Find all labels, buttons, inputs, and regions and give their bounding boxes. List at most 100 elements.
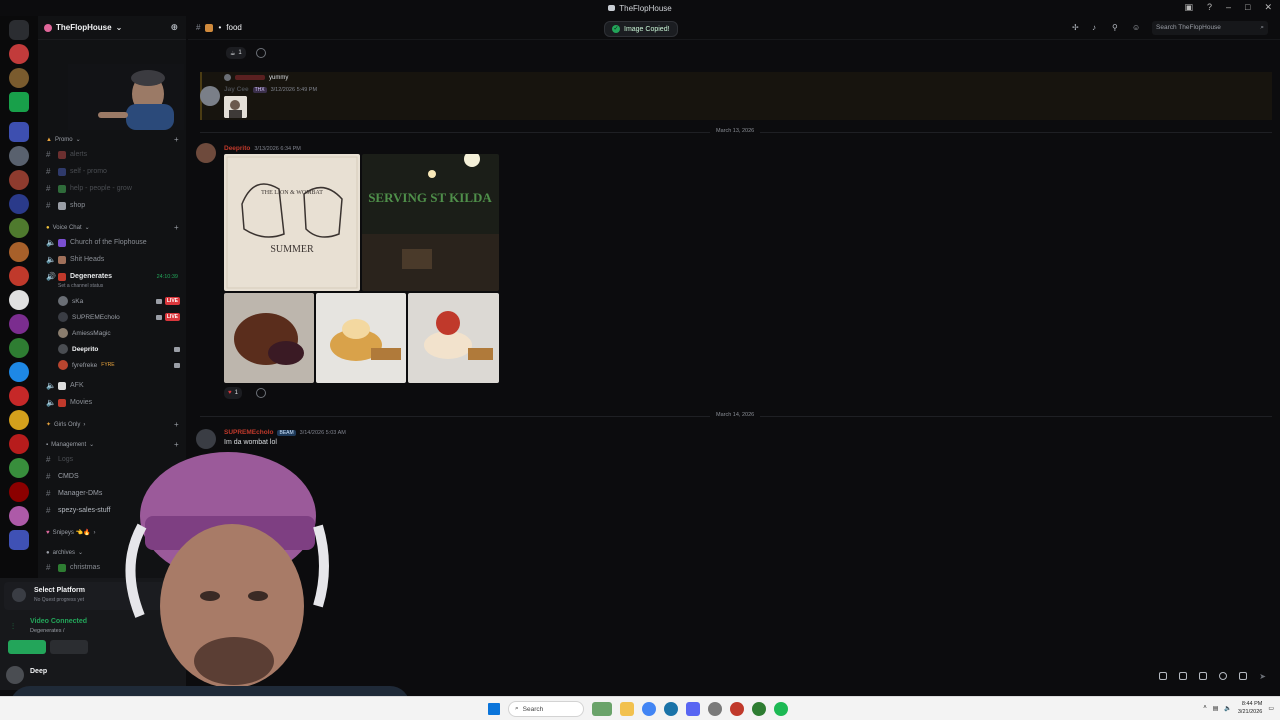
server-icon[interactable] <box>9 290 29 310</box>
reaction-pill[interactable]: ☕ 1 <box>226 47 246 59</box>
server-icon[interactable] <box>9 122 29 142</box>
search-input[interactable]: Search TheFlopHouse ⌕ <box>1152 21 1268 35</box>
add-reaction-icon[interactable] <box>256 388 266 398</box>
add-reaction-icon[interactable] <box>256 48 266 58</box>
windows-start-icon[interactable] <box>488 703 500 715</box>
pin-icon[interactable]: ⚲ <box>1112 24 1120 32</box>
voice-user[interactable]: SUPREMEcholo LIVE <box>58 312 180 322</box>
server-icon[interactable] <box>9 242 29 262</box>
channel-alerts[interactable]: # alerts <box>46 150 178 159</box>
server-icon[interactable] <box>9 362 29 382</box>
server-icon[interactable] <box>9 338 29 358</box>
voice-church-of-the-flophouse[interactable]: 🔈 Church of the Flophouse <box>46 238 178 247</box>
server-icon[interactable] <box>9 194 29 214</box>
discord-icon <box>608 5 616 11</box>
server-icon[interactable] <box>9 314 29 334</box>
add-channel-icon[interactable]: + <box>174 420 179 429</box>
voice-user[interactable]: sKa LIVE <box>58 296 180 306</box>
taskbar-clock[interactable]: 8:44 PM 3/21/2026 <box>1238 700 1262 716</box>
gif-icon[interactable] <box>1179 672 1188 680</box>
add-channel-icon[interactable]: + <box>174 135 179 144</box>
avatar <box>58 296 68 306</box>
message-header: Deeprito 3/13/2026 6:34 PM <box>224 145 301 152</box>
image-thumbnail <box>224 96 247 118</box>
category-promo[interactable]: ▲ Promo ⌄ + <box>46 135 179 144</box>
channel-emoji-icon <box>58 201 66 210</box>
server-icon[interactable] <box>9 146 29 166</box>
category-voice-chat[interactable]: ● Voice Chat ⌄ + <box>46 223 179 232</box>
server-icon[interactable] <box>9 266 29 286</box>
voice-user[interactable]: AmiessMagic <box>58 328 180 338</box>
sticker-icon[interactable] <box>1199 672 1208 680</box>
channel-shop[interactable]: # shop <box>46 201 178 210</box>
taskbar-search[interactable]: ⌕ Search <box>508 701 584 717</box>
close-button[interactable]: ✕ <box>1264 2 1272 13</box>
minimize-button[interactable]: – <box>1226 2 1231 13</box>
avatar[interactable] <box>200 86 220 106</box>
avatar[interactable] <box>196 143 216 163</box>
app-icon[interactable] <box>752 702 766 716</box>
server-icon[interactable] <box>9 92 29 112</box>
attached-image[interactable] <box>224 96 247 118</box>
gift-icon[interactable] <box>1159 672 1168 680</box>
notifications-icon[interactable]: ▭ <box>1268 705 1274 712</box>
send-icon[interactable]: ➤ <box>1259 672 1266 681</box>
attached-image[interactable]: SERVING ST KILDA <box>362 154 499 291</box>
avatar <box>58 360 68 370</box>
file-explorer-icon[interactable] <box>620 702 634 716</box>
server-icon[interactable] <box>9 44 29 64</box>
members-icon[interactable]: ☺ <box>1132 24 1140 32</box>
souffle-image <box>316 293 406 383</box>
search-icon: ⌕ <box>515 705 519 712</box>
reaction-pill[interactable]: ♥ 1 <box>224 387 242 399</box>
add-channel-icon[interactable]: + <box>174 223 179 232</box>
widgets-icon[interactable] <box>592 702 612 716</box>
channel-emoji-icon <box>205 23 214 32</box>
chevron-up-icon[interactable]: ˄ <box>1203 705 1207 711</box>
emoji-icon[interactable] <box>1219 672 1228 680</box>
attached-image[interactable] <box>224 293 314 383</box>
voice-user[interactable]: Deeprito <box>58 344 180 354</box>
discord-app-icon[interactable] <box>686 702 700 716</box>
add-member-icon[interactable]: ⊕ <box>170 22 178 33</box>
obs-icon[interactable] <box>730 702 744 716</box>
network-icon[interactable]: ▤ <box>1213 705 1219 712</box>
voice-user[interactable]: fyrefreke FYRE <box>58 360 180 370</box>
category-girls-only[interactable]: ✦ Girls Only › + <box>46 420 179 429</box>
reply-preview[interactable]: yummy <box>224 74 288 81</box>
server-icon[interactable] <box>9 68 29 88</box>
spotify-icon[interactable] <box>774 702 788 716</box>
server-header[interactable]: TheFlopHouse ⌄ ⊕ <box>38 16 186 40</box>
hash-icon: # <box>46 167 51 176</box>
home-button[interactable] <box>9 20 29 40</box>
bell-icon[interactable]: ♪ <box>1092 24 1100 32</box>
server-icon[interactable] <box>9 410 29 430</box>
voice-shit-heads[interactable]: 🔈 Shit Heads <box>46 255 178 264</box>
edge-icon[interactable] <box>664 702 678 716</box>
attached-image[interactable] <box>316 293 406 383</box>
voice-movies[interactable]: 🔈 Movies <box>46 398 178 407</box>
voice-degenerates[interactable]: 🔊 Degenerates 24:10:39 <box>46 272 178 281</box>
inbox-icon[interactable]: ▣ <box>1184 2 1193 13</box>
apps-icon[interactable] <box>1239 672 1248 680</box>
server-icon[interactable] <box>9 170 29 190</box>
camera-icon <box>174 346 180 352</box>
server-icon[interactable] <box>9 386 29 406</box>
threads-icon[interactable]: ✢ <box>1072 24 1080 32</box>
attached-image[interactable] <box>408 293 499 383</box>
channel-self-promo[interactable]: # self - promo <box>46 167 178 176</box>
attached-image[interactable]: THE LION & WOMBAT SUMMER <box>224 154 360 291</box>
help-icon[interactable]: ? <box>1207 2 1212 13</box>
channel-status[interactable]: Set a channel status <box>58 283 190 289</box>
voice-afk[interactable]: 🔈 AFK <box>46 381 178 390</box>
channel-title: food <box>226 23 242 32</box>
maximize-button[interactable]: □ <box>1245 2 1250 13</box>
settings-icon[interactable] <box>708 702 722 716</box>
volume-icon[interactable]: 🔈 <box>1224 705 1231 712</box>
channel-help-people-grow[interactable]: # help - people - grow <box>46 184 178 193</box>
search-icon: ⌕ <box>1260 24 1264 31</box>
chrome-icon[interactable] <box>642 702 656 716</box>
date-divider: March 13, 2026 <box>200 128 1272 134</box>
channel-emoji-icon <box>58 167 66 176</box>
server-icon[interactable] <box>9 218 29 238</box>
